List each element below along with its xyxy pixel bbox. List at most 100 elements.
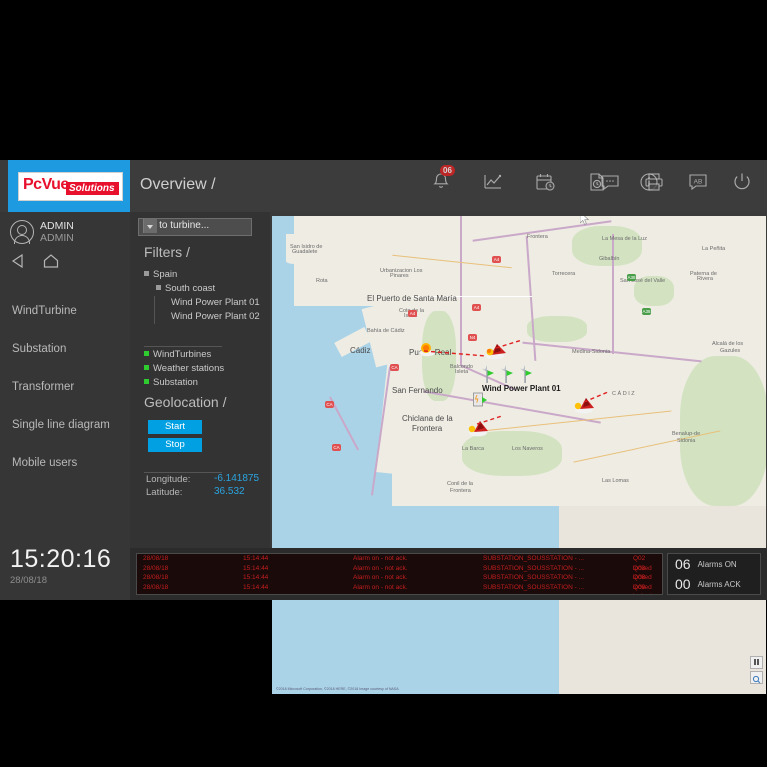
alarm-cell-detail: Q02 locked xyxy=(633,555,652,572)
alarm-marker-icon[interactable] xyxy=(417,339,439,357)
map-place-label: Frontera xyxy=(527,234,548,240)
tree-node-region[interactable]: South coast xyxy=(144,282,260,296)
tree-node-country[interactable]: Spain xyxy=(144,268,260,282)
map-road-shield: N4 xyxy=(468,334,477,341)
alarm-counter-ack: 00 Alarms ACK xyxy=(668,574,760,594)
sidebar-item-windturbine[interactable]: WindTurbine xyxy=(0,292,130,330)
map-control-pause[interactable] xyxy=(750,656,763,669)
longitude-value: -6.141875 xyxy=(214,473,260,484)
alarm-cell-time: 15:14:44 xyxy=(243,574,269,581)
translate-icon[interactable]: AB xyxy=(687,171,709,193)
legend-item-windturbines[interactable]: WindTurbines xyxy=(144,348,224,362)
map-place-label: Isleta xyxy=(455,369,469,375)
stop-button[interactable]: Stop xyxy=(148,438,202,452)
printer-icon[interactable] xyxy=(643,171,665,193)
alarm-marker-icon[interactable] xyxy=(467,419,489,437)
map-place-label: La Mesa de la Luz xyxy=(602,236,647,242)
alarm-marker-icon[interactable] xyxy=(572,396,594,414)
back-arrow-icon[interactable] xyxy=(10,252,28,275)
home-icon[interactable] xyxy=(42,252,60,275)
alarm-row[interactable]: 28/08/18 15:14:44 Alarm on - not ack. SUBST… xyxy=(137,554,662,572)
alarm-cell-source: SUBSTATION_SOUSSTATION - ... xyxy=(483,574,585,581)
tree-leaf-plant-01[interactable]: Wind Power Plant 01 xyxy=(154,296,260,310)
logo-box: PcVue Solutions xyxy=(18,172,123,201)
top-toolbar: Overview / 06 AB xyxy=(130,160,767,212)
alarm-counters: 06 Alarms ON 00 Alarms ACK xyxy=(667,553,761,595)
turbine-icon[interactable] xyxy=(517,364,534,384)
map-road-shield: A4 xyxy=(472,304,481,311)
tree-leaf-plant-02[interactable]: Wind Power Plant 02 xyxy=(154,310,260,324)
alarm-cell-state: Alarm on - not ack. xyxy=(353,555,408,562)
alarm-cell-date: 28/08/18 xyxy=(143,583,169,591)
alarm-bell-icon[interactable]: 06 xyxy=(430,165,455,193)
map-road-shield: A4 xyxy=(492,256,501,263)
map-road-shield: A38 xyxy=(642,308,651,315)
divider xyxy=(144,472,222,473)
alarm-row[interactable]: 28/08/18 15:14:44 Alarm on - not ack. SUBST… xyxy=(137,564,662,582)
user-info[interactable]: ADMIN ADMIN xyxy=(10,220,74,245)
trend-chart-icon[interactable] xyxy=(482,171,504,193)
turbine-icon[interactable] xyxy=(479,364,496,384)
alarm-list[interactable]: 28/08/18 15:14:44 Alarm on - not ack. SUBST… xyxy=(136,553,663,595)
sidebar-item-substation[interactable]: Substation xyxy=(0,330,130,368)
user-name: ADMIN xyxy=(40,220,74,232)
map-place-label: Pinares xyxy=(390,273,409,279)
map-place-label: Frontera xyxy=(412,424,443,433)
green-square-icon xyxy=(144,351,149,356)
alarm-cell-time: 15:14:44 xyxy=(243,583,269,591)
map-road-a4 xyxy=(460,216,462,366)
turbine-icon[interactable] xyxy=(498,364,515,384)
pcvue-logo[interactable]: PcVue Solutions xyxy=(8,160,130,212)
map-place-label: Rota xyxy=(316,278,328,284)
map-attribution: ©2018 Microsoft Corporation, ©2018 HERE,… xyxy=(276,687,399,691)
map-place-label: Frontera xyxy=(450,488,471,494)
alarm-cell-state: Alarm on - not ack. xyxy=(353,583,408,591)
chevron-down-icon[interactable] xyxy=(143,219,157,233)
sidebar-item-single-line-diagram[interactable]: Single line diagram xyxy=(0,406,130,444)
legend-item-weather-stations[interactable]: Weather stations xyxy=(144,362,224,376)
map-control-zoom[interactable] xyxy=(750,671,763,684)
map-place-label: Guadalete xyxy=(292,249,318,255)
user-role: ADMIN xyxy=(40,232,74,244)
alarm-marker-icon[interactable] xyxy=(485,342,507,360)
map-road-shield: CA xyxy=(325,401,334,408)
filters-title: Filters / xyxy=(144,244,190,260)
alarm-cell-source: SUBSTATION_SOUSSTATION - ... xyxy=(483,555,585,562)
alarms-ack-count: 00 xyxy=(675,576,691,592)
avatar xyxy=(10,220,34,244)
start-button[interactable]: Start xyxy=(148,420,202,434)
alarm-row[interactable]: 28/08/18 15:14:44 Alarm on - not ack. SUBST… xyxy=(137,573,662,591)
green-square-icon xyxy=(144,379,149,384)
alarm-counter-on: 06 Alarms ON xyxy=(668,554,760,574)
calendar-clock-icon[interactable] xyxy=(534,171,556,193)
alarms-ack-label: Alarms ACK xyxy=(697,579,741,589)
tree-bullet-icon xyxy=(156,285,161,290)
chat-icon[interactable] xyxy=(599,171,621,193)
map-place-label: Benalup-de xyxy=(672,431,701,437)
tree-bullet-icon xyxy=(144,271,149,276)
map-place-label: Alcalá de los xyxy=(712,341,744,347)
substation-icon[interactable] xyxy=(472,391,488,414)
legend-label-substation: Substation xyxy=(153,377,198,388)
map-place-label: Medina-Sidonia xyxy=(572,349,611,355)
longitude-label: Longitude: xyxy=(146,474,191,485)
map-place-label: Gibalbín xyxy=(599,256,620,262)
map-place-label: Cádiz xyxy=(350,346,371,355)
go-to-turbine-select[interactable]: Go to turbine... xyxy=(138,218,252,236)
sidebar-menu: WindTurbine Substation Transformer Singl… xyxy=(0,292,130,482)
clock-date: 28/08/18 xyxy=(10,575,47,586)
alarm-cell-date: 28/08/18 xyxy=(143,555,169,562)
alarm-row[interactable]: 28/08/18 15:14:44 Alarm on - not ack. SUBST… xyxy=(137,583,662,595)
latitude-label: Latitude: xyxy=(146,487,183,498)
legend-label-windturbines: WindTurbines xyxy=(153,349,212,360)
divider xyxy=(144,346,222,347)
tree-label-region: South coast xyxy=(165,283,216,294)
map-view[interactable]: Rota San Isidro de Guadalete Urbanizacion L… xyxy=(272,216,766,694)
map-place-label: Sidonia xyxy=(677,438,696,444)
map-road-shield: A38 xyxy=(627,274,636,281)
sidebar-item-transformer[interactable]: Transformer xyxy=(0,368,130,406)
legend-item-substation[interactable]: Substation xyxy=(144,376,224,390)
power-icon[interactable] xyxy=(731,171,753,193)
map-place-label: Conil de la xyxy=(447,481,473,487)
sidebar-item-mobile-users[interactable]: Mobile users xyxy=(0,444,130,482)
